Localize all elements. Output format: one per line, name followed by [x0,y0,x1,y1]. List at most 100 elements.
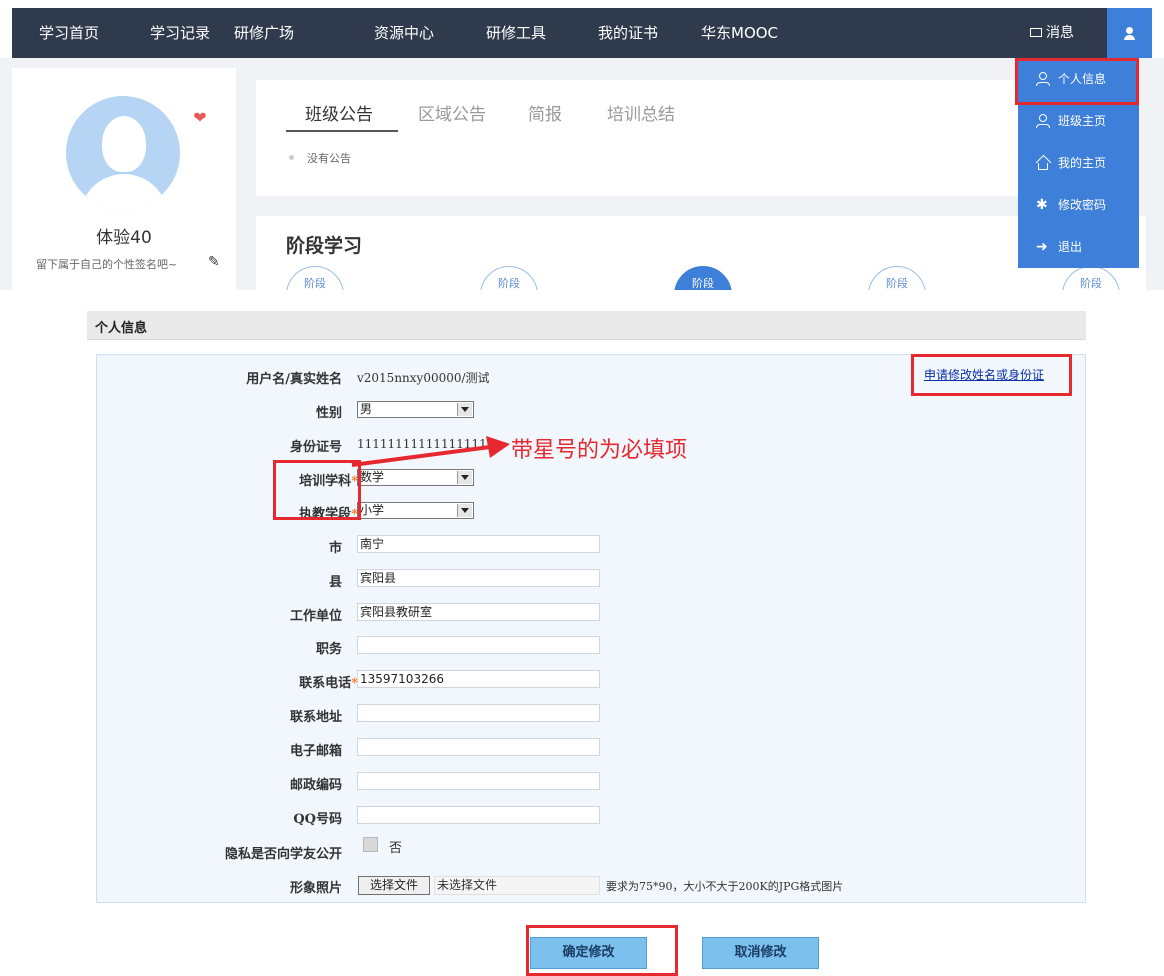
stage-learning-card: 阶段学习 阶段 阶段 阶段 阶段 阶段 [256,216,1146,290]
stage-circle[interactable]: 阶段 [286,266,344,290]
city-label: 市 [328,541,342,556]
user-icon [1126,27,1133,34]
apply-change-name-link[interactable]: 申请修改姓名或身份证 [924,366,1044,383]
menu-item-label: 退出 [1058,240,1083,254]
work-unit-field[interactable]: 宾阳县教研室 [357,603,600,621]
tab-summary[interactable]: 培训总结 [607,100,675,125]
choose-file-button[interactable]: 选择文件 [358,876,430,895]
teaching-stage-label-text: 执教学段 [299,507,352,522]
subject-select-value: 数学 [360,470,385,484]
menu-item-change-password[interactable]: ✱ 修改密码 [1018,184,1139,226]
stage-circle-active[interactable]: 阶段 [674,266,732,290]
phone-label-text: 联系电话 [299,676,352,691]
gender-label: 性别 [315,406,342,421]
menu-item-personal-info[interactable]: 个人信息 [1018,58,1139,100]
address-label: 联系地址 [289,710,342,725]
envelope-icon [1030,28,1042,37]
nav-item-plaza[interactable]: 研修广场 [234,8,294,58]
nav-item-records[interactable]: 学习记录 [150,8,210,58]
nav-item-resources[interactable]: 资源中心 [374,8,434,58]
cancel-button[interactable]: 取消修改 [702,937,819,969]
stage-circle[interactable]: 阶段 [1062,266,1120,290]
menu-item-label: 我的主页 [1058,156,1107,170]
messages-label: 消息 [1046,25,1074,41]
user-icon [1036,72,1050,86]
user-menu-button[interactable] [1107,8,1152,58]
nav-item-tools[interactable]: 研修工具 [486,8,546,58]
section-title: 个人信息 [95,321,148,336]
stage-circle[interactable]: 阶段 [480,266,538,290]
gender-select[interactable]: 男 [357,401,474,418]
nav-item-certificates[interactable]: 我的证书 [598,8,658,58]
username-value: v2015nnxy00000/测试 [357,371,490,385]
menu-item-class-home[interactable]: 班级主页 [1018,100,1139,142]
nav-item-home[interactable]: 学习首页 [39,8,99,58]
subject-label: 培训学科* [299,470,358,489]
messages-link[interactable]: 消息 [1030,8,1074,58]
edit-pencil-icon[interactable]: ✎ [208,254,220,270]
menu-item-label: 修改密码 [1058,198,1107,212]
nav-item-mooc[interactable]: 华东MOOC [701,8,778,58]
qq-field[interactable] [357,806,600,824]
gear-icon: ✱ [1036,197,1048,213]
menu-item-my-home[interactable]: 我的主页 [1018,142,1139,184]
subject-select[interactable]: 数学 [357,469,474,486]
chevron-down-icon [457,403,472,416]
county-label: 县 [328,575,342,590]
menu-item-label: 班级主页 [1058,114,1107,128]
postcode-label: 邮政编码 [289,778,342,793]
no-file-chosen-text: 未选择文件 [434,876,600,895]
photo-label: 形象照片 [289,881,342,896]
tab-briefing[interactable]: 简报 [528,100,562,125]
privacy-label: 隐私是否向学友公开 [224,847,342,862]
phone-field[interactable]: 13597103266 [357,670,600,688]
stage-circle[interactable]: 阶段 [868,266,926,290]
teaching-stage-select-value: 小学 [360,503,385,517]
avatar[interactable] [66,96,180,210]
email-label: 电子邮箱 [289,744,342,759]
menu-item-label: 个人信息 [1058,72,1107,86]
tab-region-notice[interactable]: 区域公告 [418,100,486,125]
privacy-option-label: 否 [389,841,403,856]
photo-requirement-hint: 要求为75*90，大小不大于200K的JPG格式图片 [606,880,844,893]
section-header: 个人信息 [87,311,1086,340]
gender-select-value: 男 [360,402,373,416]
subject-label-text: 培训学科 [299,474,352,489]
profile-card: ❤ 体验40 留下属于自己的个性签名吧~ ✎ [12,68,236,290]
privacy-checkbox[interactable] [363,837,378,852]
postcode-field[interactable] [357,772,600,790]
qq-label: QQ号码 [293,812,342,827]
username-label: 用户名/真实姓名 [246,372,342,387]
heart-icon[interactable]: ❤ [189,107,211,129]
id-number-label: 身份证号 [289,440,342,455]
notice-card: 班级公告 区域公告 简报 培训总结 没有公告 [256,80,1036,196]
position-field[interactable] [357,636,600,654]
city-field[interactable]: 南宁 [357,535,600,553]
tab-class-notice[interactable]: 班级公告 [305,100,373,125]
chevron-down-icon [457,504,472,517]
county-field[interactable]: 宾阳县 [357,569,600,587]
stage-title: 阶段学习 [286,235,363,257]
annotation-arrow [351,436,510,467]
position-label: 职务 [315,642,342,657]
exit-icon: ➜ [1036,239,1048,255]
required-note-annotation: 带星号的为必填项 [511,438,688,463]
user-dropdown-menu: 个人信息 班级主页 我的主页 ✱ 修改密码 ➜ 退出 [1018,58,1139,268]
email-field[interactable] [357,738,600,756]
teaching-stage-label: 执教学段* [299,503,358,522]
confirm-button[interactable]: 确定修改 [530,937,647,969]
address-field[interactable] [357,704,600,722]
bullet-icon [289,155,294,160]
phone-label: 联系电话* [299,672,358,691]
top-nav-bar: 学习首页 学习记录 研修广场 资源中心 研修工具 我的证书 华东MOOC 消息 [12,8,1152,58]
work-unit-label: 工作单位 [289,609,342,624]
chevron-down-icon [457,471,472,484]
home-icon [1036,156,1050,170]
profile-signature: 留下属于自己的个性签名吧~ [36,258,178,271]
user-icon [1036,114,1050,128]
menu-item-logout[interactable]: ➜ 退出 [1018,226,1139,268]
active-tab-indicator [286,130,398,132]
notice-empty-text: 没有公告 [307,152,351,165]
teaching-stage-select[interactable]: 小学 [357,502,474,519]
profile-name: 体验40 [96,228,152,248]
